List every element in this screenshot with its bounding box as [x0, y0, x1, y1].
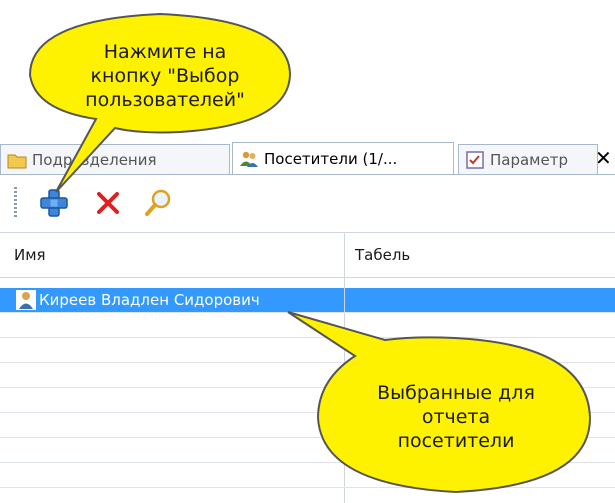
callout-top-line: кнопку "Выбор: [90, 65, 240, 87]
tab-visitors[interactable]: Посетители (1/...: [232, 142, 454, 175]
checklist-icon: [466, 150, 484, 169]
toolbar: [0, 174, 615, 227]
delete-button[interactable]: [92, 187, 124, 219]
tab-label: Параметр: [490, 150, 568, 169]
tab-parameters[interactable]: Параметр: [458, 144, 598, 174]
user-icon: [16, 290, 36, 310]
folder-icon: [7, 154, 27, 168]
users-icon: [240, 151, 258, 167]
callout-top-line: Нажмите на: [103, 41, 227, 63]
callout-bottom: Выбранные для отчета посетители: [345, 362, 567, 472]
delete-icon: [97, 192, 119, 214]
cell-name[interactable]: Киреев Владлен Сидорович: [0, 288, 344, 312]
tab-strip: Подразделения Посетители (1/... Параметр…: [0, 140, 615, 175]
search-button[interactable]: [142, 187, 174, 219]
callout-bottom-line: Выбранные для: [377, 382, 535, 404]
column-header-tabel[interactable]: Табель: [345, 233, 615, 277]
close-icon[interactable]: ✕: [595, 146, 615, 170]
callout-bottom-line: посетители: [397, 430, 515, 452]
table-row-empty: [0, 313, 615, 338]
column-header-name[interactable]: Имя: [14, 233, 334, 277]
visitor-name: Киреев Владлен Сидорович: [39, 291, 260, 309]
tab-departments[interactable]: Подразделения: [0, 144, 230, 174]
tab-label: Подразделения: [32, 150, 157, 169]
callout-bottom-line: отчета: [421, 406, 491, 428]
cell-tabel[interactable]: [345, 288, 615, 312]
toolbar-grip[interactable]: [14, 187, 17, 217]
table-row-empty: [0, 338, 615, 363]
tab-label: Посетители (1/...: [264, 150, 398, 168]
select-users-button[interactable]: [38, 187, 70, 219]
callout-top: Нажмите на кнопку "Выбор пользователей": [50, 30, 280, 122]
table-row[interactable]: Киреев Владлен Сидорович: [0, 288, 615, 313]
callout-top-line: пользователей": [85, 89, 245, 111]
grid-header: Имя Табель: [0, 233, 615, 278]
add-users-icon: [40, 189, 68, 217]
search-icon: [145, 189, 171, 216]
